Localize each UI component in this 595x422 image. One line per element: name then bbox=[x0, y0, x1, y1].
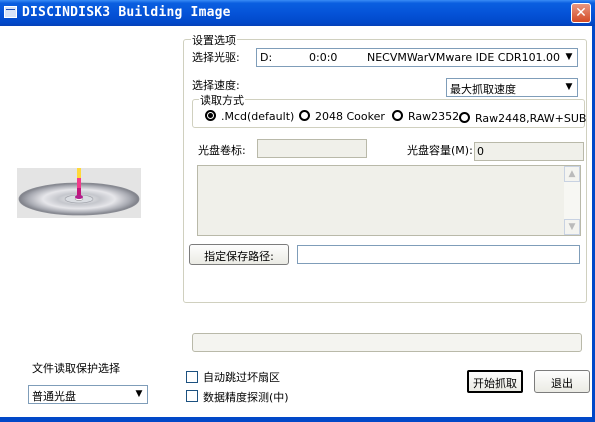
skip-bad-sectors-checkbox[interactable] bbox=[186, 371, 198, 383]
radio-mcd-label[interactable]: .Mcd(default) bbox=[221, 110, 294, 123]
protection-select[interactable]: 普通光盘 ▼ bbox=[28, 385, 148, 404]
capacity-field: 0 bbox=[474, 142, 584, 161]
drive-model: NECVMWarVMware IDE CDR101.00 bbox=[367, 51, 561, 64]
capacity-label: 光盘容量(M): bbox=[407, 144, 473, 157]
scroll-down-icon[interactable]: ▼ bbox=[564, 219, 580, 235]
settings-group-title: 设置选项 bbox=[191, 32, 237, 48]
radio-2048-cooker[interactable] bbox=[299, 110, 310, 121]
save-path-input[interactable] bbox=[297, 245, 580, 264]
drive-label: 选择光驱: bbox=[192, 51, 240, 64]
chevron-down-icon[interactable]: ▼ bbox=[561, 49, 577, 66]
title-bar[interactable]: DISCINDISK3 Building Image ✕ bbox=[0, 0, 595, 26]
volume-label: 光盘卷标: bbox=[198, 144, 246, 157]
chevron-down-icon[interactable]: ▼ bbox=[131, 386, 147, 403]
drive-letter: D: bbox=[260, 51, 273, 64]
set-save-path-label: 指定保存路径: bbox=[204, 250, 274, 263]
radio-raw2352-label[interactable]: Raw2352 bbox=[408, 110, 459, 123]
exit-button[interactable]: 退出 bbox=[534, 370, 590, 393]
capacity-value: 0 bbox=[477, 145, 484, 158]
drive-address: 0:0:0 bbox=[309, 51, 338, 64]
speed-value: 最大抓取速度 bbox=[450, 83, 516, 96]
progress-bar bbox=[192, 333, 582, 352]
window-frame-bottom bbox=[0, 417, 595, 422]
speed-select[interactable]: 最大抓取速度 ▼ bbox=[446, 78, 578, 97]
app-window: DISCINDISK3 Building Image ✕ 设置选项 选择光驱: … bbox=[0, 0, 595, 422]
close-icon: ✕ bbox=[575, 5, 587, 21]
radio-2048-cooker-label[interactable]: 2048 Cooker bbox=[315, 110, 385, 123]
protection-value: 普通光盘 bbox=[32, 390, 76, 403]
skip-bad-sectors-label[interactable]: 自动跳过坏扇区 bbox=[203, 369, 280, 385]
start-capture-button[interactable]: 开始抓取 bbox=[467, 370, 523, 393]
close-button[interactable]: ✕ bbox=[571, 3, 591, 23]
precision-detect-checkbox[interactable] bbox=[186, 390, 198, 402]
chevron-down-icon[interactable]: ▼ bbox=[561, 79, 577, 96]
drive-select[interactable]: D: 0:0:0 NECVMWarVMware IDE CDR101.00 ▼ bbox=[256, 48, 578, 67]
start-capture-label: 开始抓取 bbox=[473, 377, 517, 390]
radio-raw2448-label[interactable]: Raw2448,RAW+SUB bbox=[475, 112, 586, 125]
radio-raw2448[interactable] bbox=[459, 112, 470, 123]
log-scrollbar[interactable]: ▲ ▼ bbox=[564, 166, 580, 235]
read-mode-title: 读取方式 bbox=[199, 92, 245, 108]
exit-label: 退出 bbox=[551, 377, 573, 390]
scroll-up-icon[interactable]: ▲ bbox=[564, 166, 580, 182]
precision-detect-label[interactable]: 数据精度探测(中) bbox=[203, 389, 289, 405]
app-window-icon bbox=[4, 6, 17, 18]
cd-disc-icon bbox=[17, 168, 141, 218]
log-textarea[interactable]: ▲ ▼ bbox=[197, 165, 581, 236]
set-save-path-button[interactable]: 指定保存路径: bbox=[189, 244, 289, 265]
speed-label: 选择速度: bbox=[192, 79, 240, 92]
radio-mcd[interactable] bbox=[205, 110, 216, 121]
protection-label: 文件读取保护选择 bbox=[32, 362, 120, 375]
window-title: DISCINDISK3 Building Image bbox=[22, 5, 231, 20]
volume-field bbox=[257, 139, 367, 158]
radio-raw2352[interactable] bbox=[392, 110, 403, 121]
